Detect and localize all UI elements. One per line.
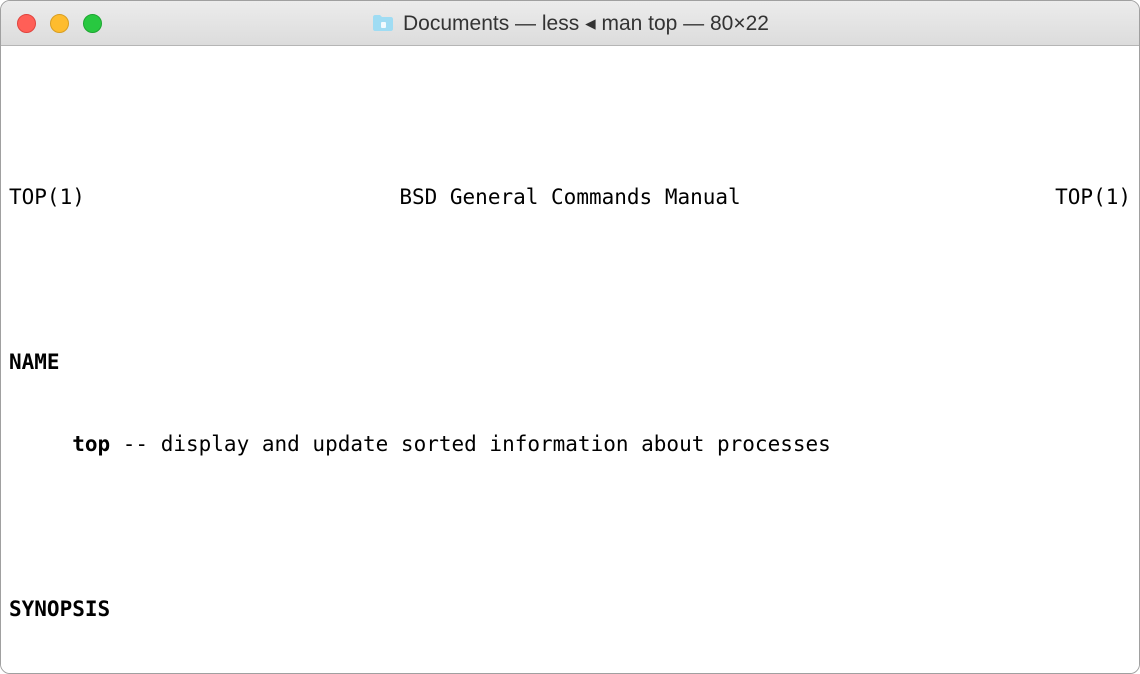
minimize-button[interactable]	[50, 14, 69, 33]
folder-icon	[371, 13, 395, 33]
window-title: Documents — less ◂ man top — 80×22	[1, 11, 1139, 36]
man-header-left: TOP(1)	[9, 184, 85, 212]
section-heading-synopsis: SYNOPSIS	[9, 596, 1131, 624]
terminal-window: Documents — less ◂ man top — 80×22 TOP(1…	[0, 0, 1140, 674]
window-titlebar: Documents — less ◂ man top — 80×22	[1, 1, 1139, 46]
man-header-row: TOP(1) BSD General Commands Manual TOP(1…	[9, 184, 1131, 212]
man-header-right: TOP(1)	[1055, 184, 1131, 212]
cmd-name: top	[72, 431, 110, 459]
name-line: top -- display and update sorted informa…	[9, 431, 1131, 459]
cmd-desc: -- display and update sorted information…	[110, 431, 831, 459]
zoom-button[interactable]	[83, 14, 102, 33]
section-heading-name: NAME	[9, 349, 1131, 377]
terminal-content[interactable]: TOP(1) BSD General Commands Manual TOP(1…	[1, 46, 1139, 673]
window-title-text: Documents — less ◂ man top — 80×22	[403, 11, 769, 36]
man-header-center: BSD General Commands Manual	[399, 184, 740, 212]
window-controls	[1, 14, 102, 33]
close-button[interactable]	[17, 14, 36, 33]
